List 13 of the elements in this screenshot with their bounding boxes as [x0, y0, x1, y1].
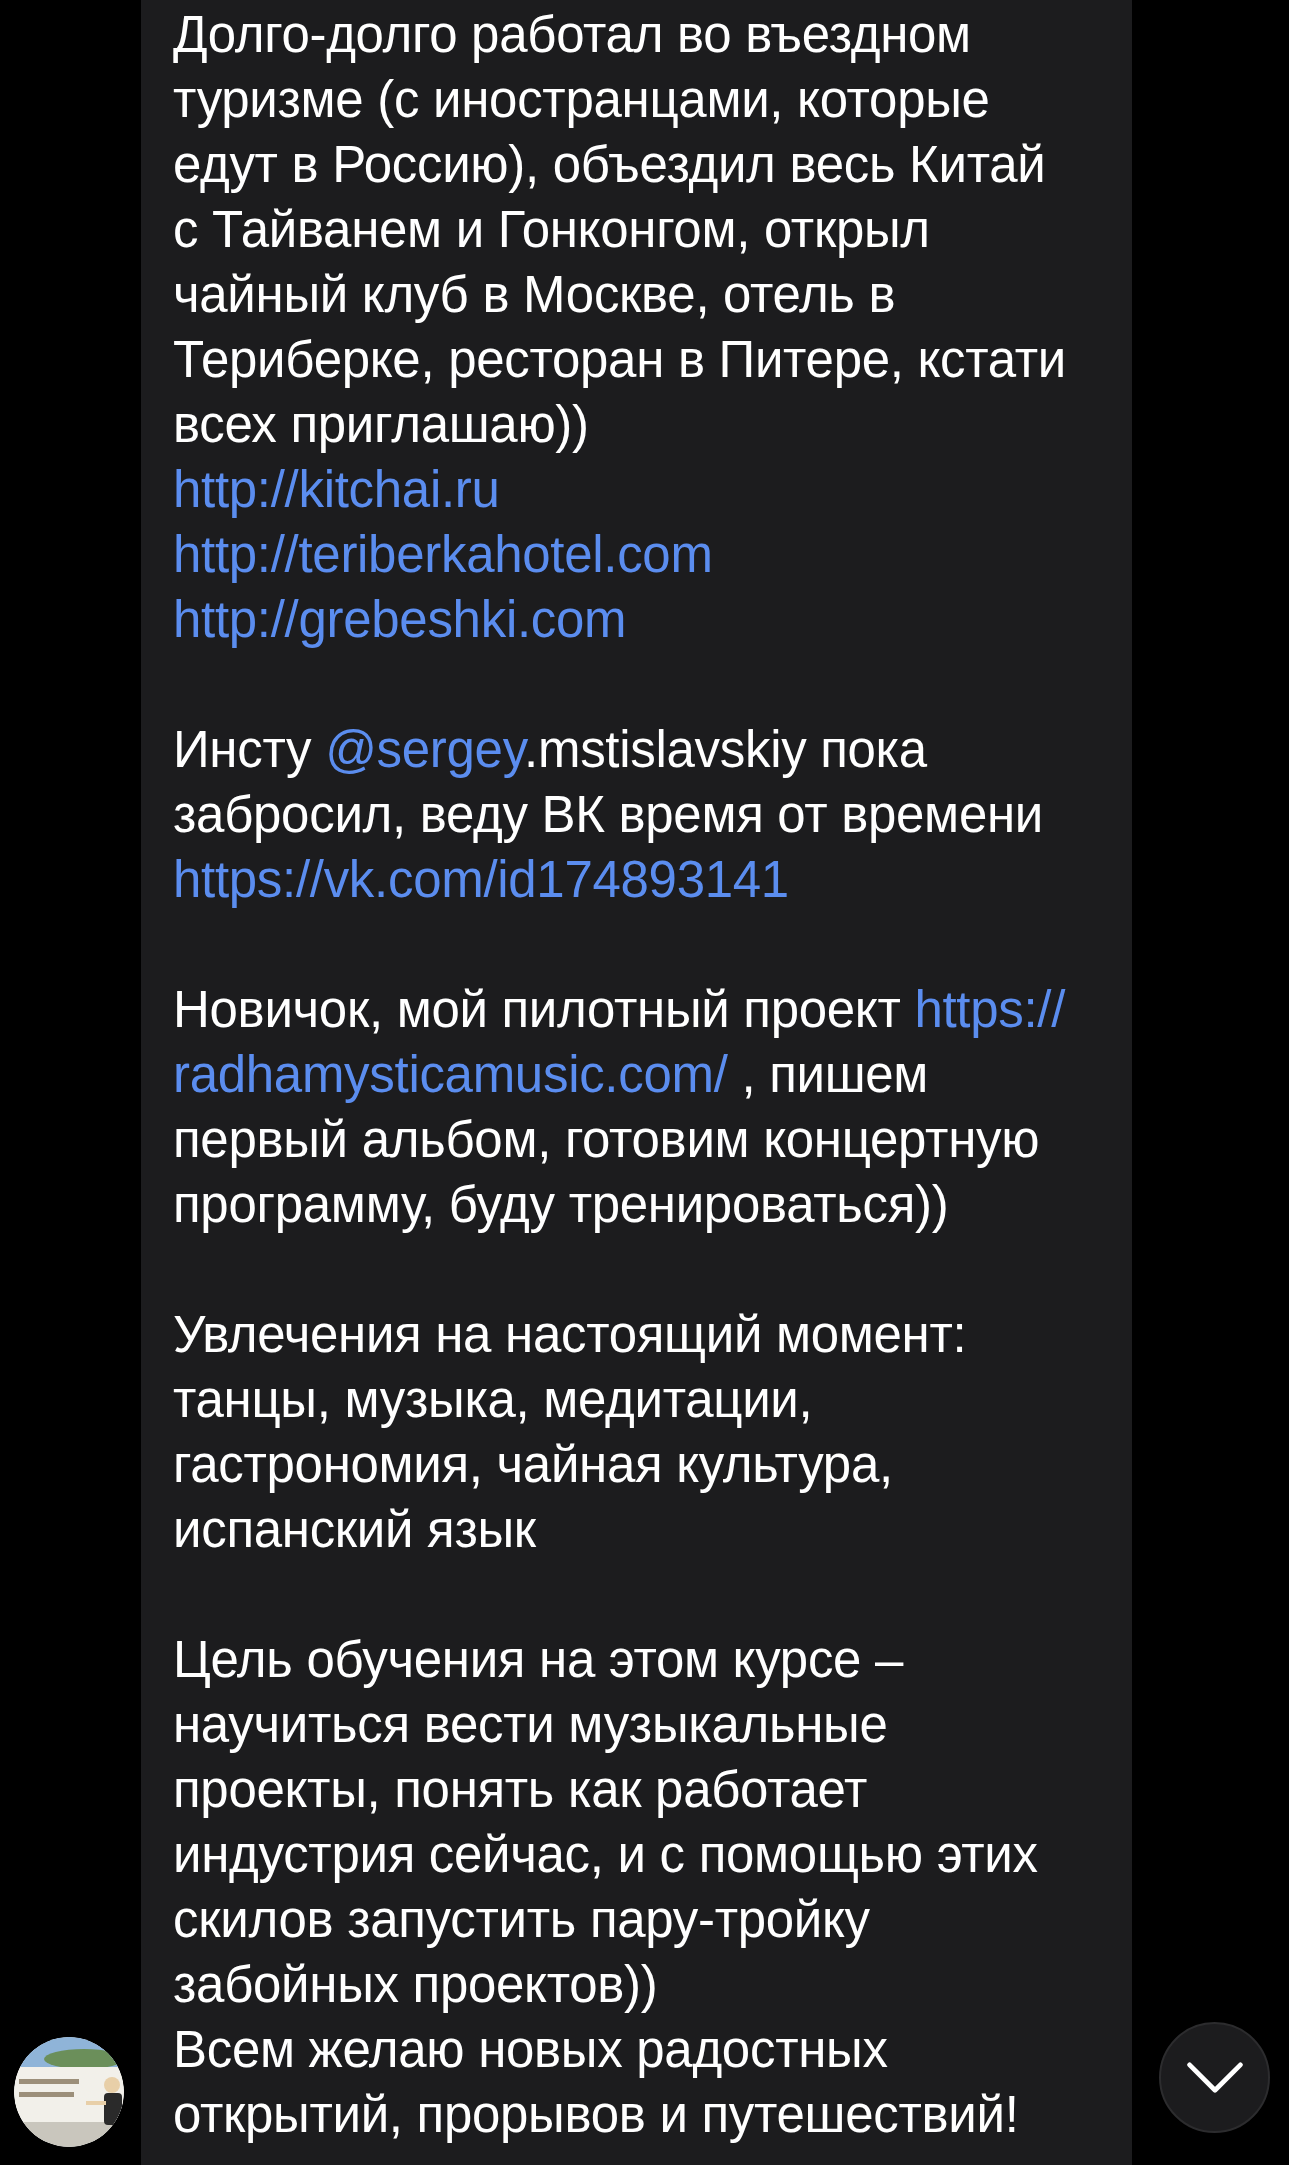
message-text: Увлечения на настоящий момент: танцы, музыка, медитации, гастрономия, чайная культура, испанский язык	[173, 1305, 967, 1560]
link[interactable]: http://teriberkahotel.com	[173, 526, 713, 583]
message-text: Новичок, мой пилотный проект https:// radhamysticamusic.com/ , пишем первый альбом, готовим концертную программу, буду тренироваться))	[173, 980, 1066, 1235]
link[interactable]: radhamysticamusic.com/	[173, 1046, 728, 1103]
message-text: Долго-долго работал во въездном туризме (с иностранцами, которые едут в Россию), объездил весь Китай с Тайванем и Гонконгом, открыл чайный клуб в Москве, отель в Териберке, ресторан в Питере, кстати всех приглашаю)) http://kitchai.ru http://teriberkahotel.com http://grebeshki.com	[173, 5, 1066, 650]
message-text: Цель обучения на этом курсе – научиться вести музыкальные проекты, понять как работает индустрия сейчас, и с помощью этих скилов запустить пару-тройку забойных проектов)) Всем желаю новых радостных открытий, прорывов и путешествий!	[173, 1630, 1038, 2145]
link[interactable]: https://vk.com/id174893141	[173, 851, 789, 908]
message-text: Инсту @sergey.mstislavskiy пока забросил, веду ВК время от времени https://vk.com/id174893141	[173, 720, 1043, 910]
link[interactable]: https://	[914, 981, 1066, 1038]
chevron-down-icon	[1185, 2061, 1244, 2094]
link[interactable]: @sergey	[325, 721, 525, 778]
link[interactable]: http://kitchai.ru	[173, 461, 500, 518]
link[interactable]: http://grebeshki.com	[173, 591, 627, 648]
